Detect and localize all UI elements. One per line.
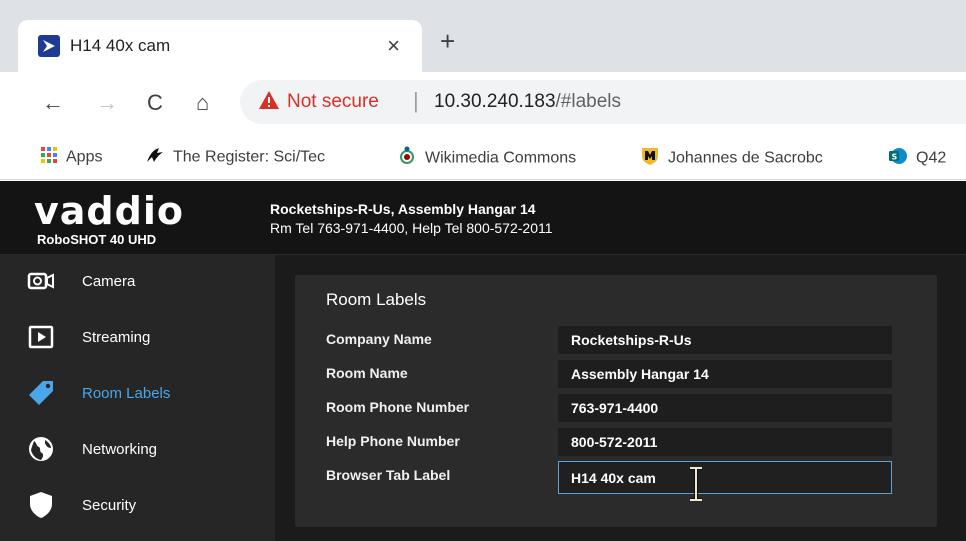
sidebar-item-room-labels[interactable]: Room Labels [0, 367, 275, 423]
forward-button[interactable]: → [96, 90, 118, 116]
omnibox-separator: | [413, 88, 419, 113]
new-tab-button[interactable]: + [440, 28, 455, 54]
warning-icon[interactable] [258, 90, 280, 115]
bookmark-label: Johannes de Sacrobc [668, 149, 823, 167]
wikimedia-logo-icon [397, 146, 417, 171]
help-phone-label: Help Phone Number [326, 433, 460, 449]
register-logo-icon [145, 146, 165, 169]
url-path: /#labels [555, 91, 622, 112]
main-content: Room Labels Company Name Room Name Room … [275, 255, 966, 541]
url-host: 10.30.240.183 [434, 91, 556, 112]
vaddio-favicon-icon [38, 35, 60, 57]
vaddio-logo: vaddio [34, 189, 184, 233]
location-phones: Rm Tel 763-971-4400, Help Tel 800-572-20… [270, 220, 553, 236]
bookmark-label: Wikimedia Commons [425, 149, 577, 167]
help-phone-input[interactable] [558, 428, 892, 456]
apps-grid-icon [40, 146, 58, 169]
room-name-label: Room Name [326, 365, 408, 381]
home-button[interactable]: ⌂ [196, 90, 209, 116]
address-bar[interactable]: Not secure | 10.30.240.183/#labels [240, 80, 966, 124]
sidebar-label: Room Labels [82, 385, 171, 402]
room-labels-panel: Room Labels Company Name Room Name Room … [295, 275, 937, 527]
sidebar-item-camera[interactable]: Camera [0, 255, 275, 311]
browser-tab-label-label: Browser Tab Label [326, 467, 451, 483]
bookmark-label: Q42 [916, 149, 947, 167]
tab-strip: H14 40x cam × + [0, 0, 966, 72]
product-name: RoboSHOT 40 UHD [37, 232, 157, 247]
sidebar-item-security[interactable]: Security [0, 479, 275, 535]
vaddio-app: vaddio RoboSHOT 40 UHD Rocketships-R-Us,… [0, 181, 966, 541]
tab-close-icon[interactable]: × [387, 33, 400, 59]
sidebar-label: Security [82, 497, 137, 514]
shield-icon [26, 490, 56, 520]
bookmark-q42[interactable]: S Q42 [888, 146, 946, 171]
bookmark-wikimedia[interactable]: Wikimedia Commons [397, 146, 576, 171]
sidebar-label: Streaming [82, 329, 151, 346]
browser-toolbar: ← → C ⌂ Not secure | 10.30.240.183/#labe… [0, 72, 966, 136]
bookmark-sacrobosco[interactable]: Johannes de Sacrobc [640, 146, 823, 171]
security-status[interactable]: Not secure [287, 91, 379, 113]
bookmark-the-register[interactable]: The Register: Sci/Tec [145, 146, 325, 169]
sidebar-item-streaming[interactable]: Streaming [0, 311, 275, 367]
bookmark-apps[interactable]: Apps [40, 146, 102, 169]
text-cursor-icon [688, 466, 704, 506]
browser-tab[interactable]: H14 40x cam × [18, 20, 422, 72]
back-button[interactable]: ← [42, 90, 64, 116]
app-header: vaddio RoboSHOT 40 UHD Rocketships-R-Us,… [0, 181, 966, 255]
room-name-input[interactable] [558, 360, 892, 388]
play-icon [26, 322, 56, 352]
browser-tab-label-input[interactable] [558, 461, 892, 494]
tab-title: H14 40x cam [70, 36, 171, 55]
sharepoint-icon: S [888, 146, 908, 171]
bookmarks-bar: Apps The Register: Sci/Tec Wikimedia Com… [0, 136, 966, 180]
sidebar: Camera Streaming Room Labels Networking … [0, 255, 275, 541]
bookmark-label: Apps [66, 148, 103, 166]
panel-title: Room Labels [326, 290, 427, 309]
company-name-label: Company Name [326, 331, 432, 347]
location-title: Rocketships-R-Us, Assembly Hangar 14 [270, 201, 536, 217]
room-phone-label: Room Phone Number [326, 399, 470, 415]
svg-text:S: S [892, 153, 898, 162]
sidebar-label: Networking [82, 441, 158, 458]
tag-icon [26, 378, 56, 408]
room-phone-input[interactable] [558, 394, 892, 422]
sidebar-label: Camera [82, 273, 136, 290]
url-text[interactable]: 10.30.240.183/#labels [434, 91, 621, 113]
reload-button[interactable]: C [147, 90, 163, 116]
sidebar-item-networking[interactable]: Networking [0, 423, 275, 479]
camera-icon [26, 266, 56, 296]
globe-icon [26, 434, 56, 464]
company-name-input[interactable] [558, 326, 892, 354]
shield-logo-icon [640, 146, 660, 171]
bookmark-label: The Register: Sci/Tec [173, 148, 326, 166]
